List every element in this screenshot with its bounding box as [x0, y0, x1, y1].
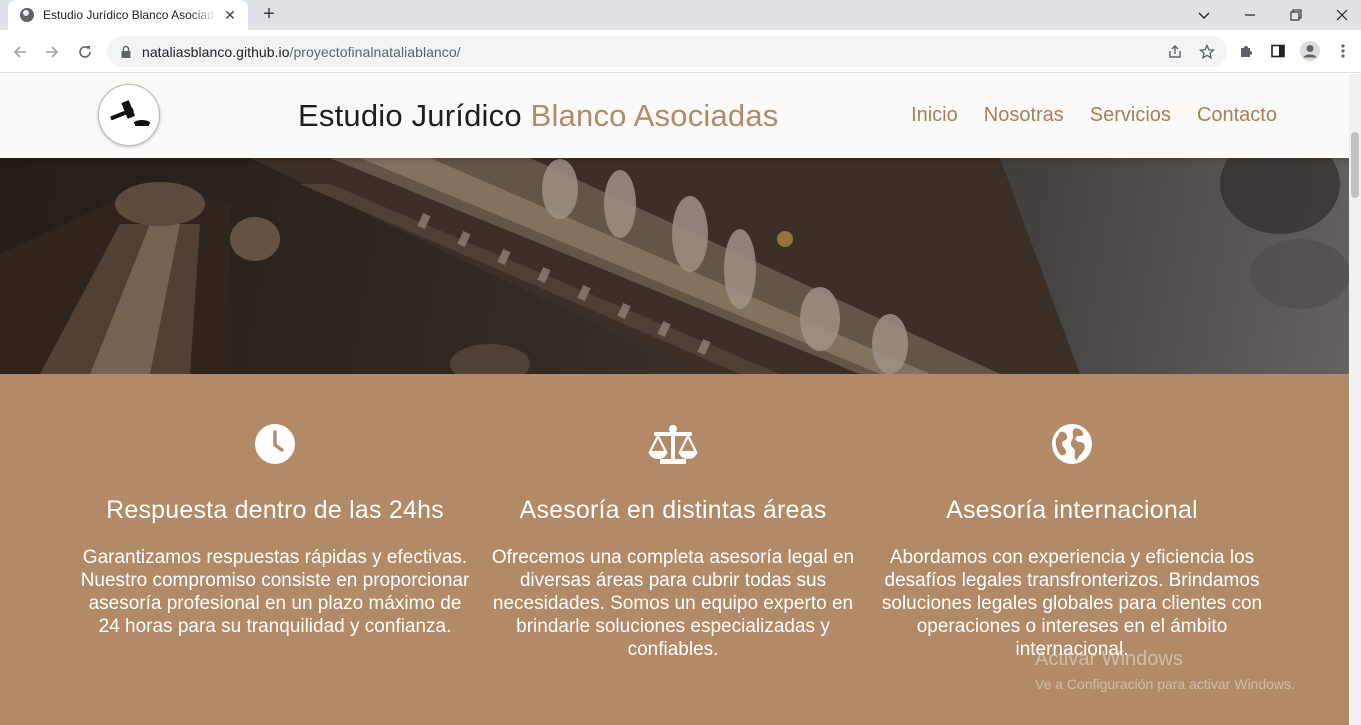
brand-name-part1: Estudio Jurídico	[298, 98, 522, 133]
address-bar[interactable]: nataliasblanco.github.io/proyectofinalna…	[107, 36, 1227, 67]
gavel-logo[interactable]	[98, 84, 160, 146]
main-nav: Inicio Nosotras Servicios Contacto	[911, 104, 1277, 127]
restore-button[interactable]	[1273, 0, 1319, 30]
browser-menu-icon[interactable]	[1331, 39, 1355, 63]
share-icon[interactable]	[1166, 43, 1184, 61]
scale-icon	[648, 425, 698, 464]
feature-text: Garantizamos respuestas rápidas y efecti…	[80, 547, 470, 637]
url-host: nataliasblanco.github.io	[142, 43, 290, 60]
close-window-button[interactable]	[1319, 0, 1361, 30]
url-path: /proyectofinalnataliablanco/	[289, 43, 461, 60]
feature-card-24hs: Respuesta dentro de las 24hs Garantizamo…	[75, 374, 475, 638]
scrollbar-thumb[interactable]	[1351, 132, 1359, 198]
tab-search-chevron-icon[interactable]	[1181, 0, 1227, 30]
feature-title: Respuesta dentro de las 24hs	[106, 496, 444, 524]
new-tab-button[interactable]: +	[257, 4, 281, 26]
browser-tab-strip: Estudio Jurídico Blanco Asociadas ✕ +	[0, 0, 1361, 30]
globe-icon	[1052, 424, 1092, 464]
forward-arrow-icon[interactable]	[38, 38, 66, 66]
windows-activation-watermark: Activar Windows Ve a Configuración para …	[1035, 646, 1295, 695]
lock-icon[interactable]	[119, 45, 133, 59]
bookmark-star-icon[interactable]	[1198, 43, 1216, 61]
clock-icon	[255, 424, 295, 464]
page-viewport: Estudio Jurídico Blanco Asociadas Inicio…	[0, 74, 1349, 725]
feature-title: Asesoría internacional	[946, 496, 1198, 524]
tab-title: Estudio Jurídico Blanco Asociadas	[43, 8, 216, 22]
watermark-subtitle: Ve a Configuración para activar Windows.	[1035, 676, 1295, 692]
feature-card-areas: Asesoría en distintas áreas Ofrecemos un…	[473, 374, 873, 661]
feature-text: Abordamos con experiencia y eficiencia l…	[881, 547, 1263, 660]
nav-link-servicios[interactable]: Servicios	[1090, 104, 1171, 127]
nav-link-contacto[interactable]: Contacto	[1197, 104, 1277, 127]
profile-avatar-icon[interactable]	[1298, 39, 1322, 63]
url-text: nataliasblanco.github.io/proyectofinalna…	[142, 44, 461, 60]
watermark-title: Activar Windows	[1035, 648, 1183, 670]
brand-name-part2: Blanco Asociadas	[530, 98, 779, 133]
browser-toolbar: nataliasblanco.github.io/proyectofinalna…	[0, 30, 1361, 73]
feature-text: Ofrecemos una completa asesoría legal en…	[491, 547, 855, 660]
site-header: Estudio Jurídico Blanco Asociadas Inicio…	[0, 74, 1349, 158]
nav-link-nosotras[interactable]: Nosotras	[984, 104, 1064, 127]
feature-card-international: Asesoría internacional Abordamos con exp…	[872, 374, 1272, 661]
site-brand: Estudio Jurídico Blanco Asociadas	[298, 96, 779, 136]
reload-icon[interactable]	[71, 38, 99, 66]
globe-favicon-icon	[20, 8, 34, 22]
back-arrow-icon[interactable]	[6, 38, 34, 66]
side-panel-icon[interactable]	[1266, 39, 1290, 63]
feature-title: Asesoría en distintas áreas	[519, 496, 827, 524]
page-scrollbar[interactable]	[1349, 74, 1361, 725]
gavel-icon	[110, 100, 150, 126]
minimize-button[interactable]	[1227, 0, 1273, 30]
tab-close-icon[interactable]: ✕	[222, 7, 238, 23]
browser-tab[interactable]: Estudio Jurídico Blanco Asociadas ✕	[8, 0, 248, 30]
extensions-puzzle-icon[interactable]	[1234, 39, 1258, 63]
nav-link-inicio[interactable]: Inicio	[911, 104, 958, 127]
